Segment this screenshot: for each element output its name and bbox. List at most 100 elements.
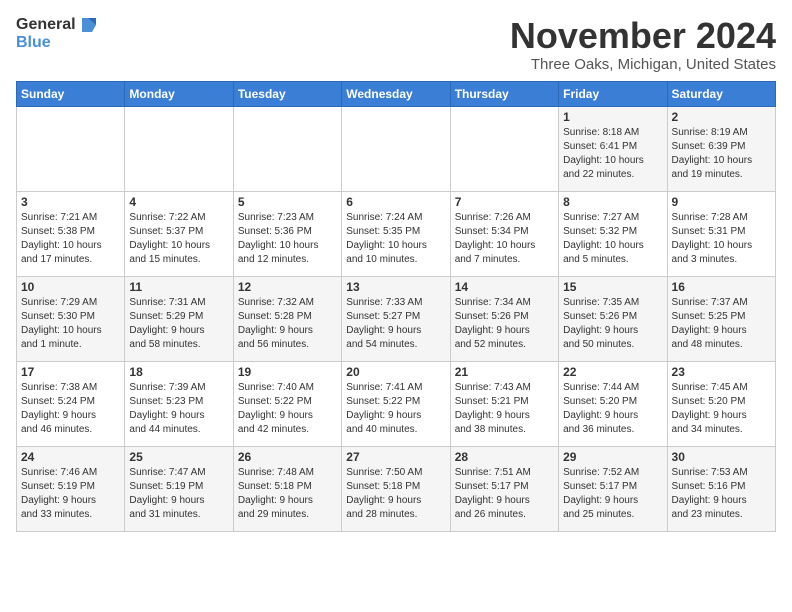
weekday-header-friday: Friday (559, 81, 667, 106)
day-detail: Sunrise: 7:26 AM Sunset: 5:34 PM Dayligh… (455, 211, 554, 267)
logo-general: General (16, 16, 76, 34)
calendar-day-cell: 28Sunrise: 7:51 AM Sunset: 5:17 PM Dayli… (450, 446, 558, 531)
calendar-day-cell (450, 106, 558, 191)
day-detail: Sunrise: 7:24 AM Sunset: 5:35 PM Dayligh… (346, 211, 445, 267)
day-number: 16 (672, 280, 771, 294)
logo: General Blue (16, 16, 96, 52)
weekday-header-row: SundayMondayTuesdayWednesdayThursdayFrid… (17, 81, 776, 106)
day-number: 15 (563, 280, 662, 294)
day-number: 26 (238, 450, 337, 464)
day-number: 1 (563, 110, 662, 124)
calendar-week-row: 17 Sunrise: 7:38 AM Sunset: 5:24 PM Dayli… (17, 361, 776, 446)
day-detail: Sunrise: 7:28 AM Sunset: 5:31 PM Dayligh… (672, 211, 771, 267)
calendar-day-cell: 19 Sunrise: 7:40 AM Sunset: 5:22 PM Dayli… (233, 361, 341, 446)
day-detail: Sunrise: 7:50 AM Sunset: 5:18 PM Dayligh… (346, 466, 445, 522)
calendar-day-cell: 13 Sunrise: 7:33 AM Sunset: 5:27 PM Dayli… (342, 276, 450, 361)
day-detail: Sunrise: 7:29 AM Sunset: 5:30 PM Dayligh… (21, 296, 120, 352)
day-number: 5 (238, 195, 337, 209)
calendar-day-cell: 2 Sunrise: 8:19 AM Sunset: 6:39 PM Daylig… (667, 106, 775, 191)
day-number: 9 (672, 195, 771, 209)
day-detail: Sunrise: 7:47 AM Sunset: 5:19 PM Dayligh… (129, 466, 228, 522)
calendar-week-row: 10 Sunrise: 7:29 AM Sunset: 5:30 PM Dayli… (17, 276, 776, 361)
calendar-day-cell: 20 Sunrise: 7:41 AM Sunset: 5:22 PM Dayli… (342, 361, 450, 446)
calendar-day-cell: 5Sunrise: 7:23 AM Sunset: 5:36 PM Daylig… (233, 191, 341, 276)
day-detail: Sunrise: 7:45 AM Sunset: 5:20 PM Dayligh… (672, 381, 771, 437)
calendar-day-cell: 4 Sunrise: 7:22 AM Sunset: 5:37 PM Daylig… (125, 191, 233, 276)
day-number: 17 (21, 365, 120, 379)
calendar-day-cell: 8 Sunrise: 7:27 AM Sunset: 5:32 PM Daylig… (559, 191, 667, 276)
day-number: 11 (129, 280, 228, 294)
page-header: General Blue November 2024 Three Oaks, M… (16, 16, 776, 73)
day-number: 8 (563, 195, 662, 209)
day-number: 30 (672, 450, 771, 464)
day-number: 12 (238, 280, 337, 294)
day-detail: Sunrise: 7:27 AM Sunset: 5:32 PM Dayligh… (563, 211, 662, 267)
calendar-day-cell: 15Sunrise: 7:35 AM Sunset: 5:26 PM Dayli… (559, 276, 667, 361)
weekday-header-thursday: Thursday (450, 81, 558, 106)
day-detail: Sunrise: 7:38 AM Sunset: 5:24 PM Dayligh… (21, 381, 120, 437)
day-detail: Sunrise: 7:31 AM Sunset: 5:29 PM Dayligh… (129, 296, 228, 352)
day-number: 20 (346, 365, 445, 379)
calendar-day-cell: 27 Sunrise: 7:50 AM Sunset: 5:18 PM Dayli… (342, 446, 450, 531)
calendar-day-cell: 12 Sunrise: 7:32 AM Sunset: 5:28 PM Dayli… (233, 276, 341, 361)
day-number: 27 (346, 450, 445, 464)
day-detail: Sunrise: 7:43 AM Sunset: 5:21 PM Dayligh… (455, 381, 554, 437)
day-number: 7 (455, 195, 554, 209)
calendar-day-cell: 10 Sunrise: 7:29 AM Sunset: 5:30 PM Dayli… (17, 276, 125, 361)
day-number: 10 (21, 280, 120, 294)
calendar-day-cell: 11 Sunrise: 7:31 AM Sunset: 5:29 PM Dayli… (125, 276, 233, 361)
weekday-header-sunday: Sunday (17, 81, 125, 106)
month-title: November 2024 (510, 16, 776, 56)
day-number: 19 (238, 365, 337, 379)
calendar-day-cell: 17 Sunrise: 7:38 AM Sunset: 5:24 PM Dayli… (17, 361, 125, 446)
day-detail: Sunrise: 8:19 AM Sunset: 6:39 PM Dayligh… (672, 126, 771, 182)
day-detail: Sunrise: 8:18 AM Sunset: 6:41 PM Dayligh… (563, 126, 662, 182)
calendar-day-cell: 29 Sunrise: 7:52 AM Sunset: 5:17 PM Dayli… (559, 446, 667, 531)
calendar-week-row: 1 Sunrise: 8:18 AM Sunset: 6:41 PM Daylig… (17, 106, 776, 191)
calendar-day-cell: 18 Sunrise: 7:39 AM Sunset: 5:23 PM Dayli… (125, 361, 233, 446)
calendar-day-cell (233, 106, 341, 191)
day-number: 2 (672, 110, 771, 124)
title-block: November 2024 Three Oaks, Michigan, Unit… (510, 16, 776, 73)
day-number: 18 (129, 365, 228, 379)
day-detail: Sunrise: 7:41 AM Sunset: 5:22 PM Dayligh… (346, 381, 445, 437)
day-detail: Sunrise: 7:40 AM Sunset: 5:22 PM Dayligh… (238, 381, 337, 437)
day-detail: Sunrise: 7:48 AM Sunset: 5:18 PM Dayligh… (238, 466, 337, 522)
calendar-day-cell: 3 Sunrise: 7:21 AM Sunset: 5:38 PM Daylig… (17, 191, 125, 276)
calendar-table: SundayMondayTuesdayWednesdayThursdayFrid… (16, 81, 776, 532)
calendar-day-cell: 14Sunrise: 7:34 AM Sunset: 5:26 PM Dayli… (450, 276, 558, 361)
calendar-day-cell (342, 106, 450, 191)
day-detail: Sunrise: 7:52 AM Sunset: 5:17 PM Dayligh… (563, 466, 662, 522)
calendar-week-row: 3 Sunrise: 7:21 AM Sunset: 5:38 PM Daylig… (17, 191, 776, 276)
day-number: 3 (21, 195, 120, 209)
day-detail: Sunrise: 7:32 AM Sunset: 5:28 PM Dayligh… (238, 296, 337, 352)
day-detail: Sunrise: 7:39 AM Sunset: 5:23 PM Dayligh… (129, 381, 228, 437)
location: Three Oaks, Michigan, United States (510, 56, 776, 73)
day-number: 23 (672, 365, 771, 379)
calendar-day-cell: 6 Sunrise: 7:24 AM Sunset: 5:35 PM Daylig… (342, 191, 450, 276)
day-number: 13 (346, 280, 445, 294)
day-detail: Sunrise: 7:22 AM Sunset: 5:37 PM Dayligh… (129, 211, 228, 267)
calendar-day-cell: 21Sunrise: 7:43 AM Sunset: 5:21 PM Dayli… (450, 361, 558, 446)
weekday-header-monday: Monday (125, 81, 233, 106)
calendar-day-cell: 30 Sunrise: 7:53 AM Sunset: 5:16 PM Dayli… (667, 446, 775, 531)
calendar-week-row: 24 Sunrise: 7:46 AM Sunset: 5:19 PM Dayli… (17, 446, 776, 531)
weekday-header-saturday: Saturday (667, 81, 775, 106)
day-number: 29 (563, 450, 662, 464)
calendar-day-cell: 23 Sunrise: 7:45 AM Sunset: 5:20 PM Dayli… (667, 361, 775, 446)
day-number: 22 (563, 365, 662, 379)
calendar-day-cell: 7 Sunrise: 7:26 AM Sunset: 5:34 PM Daylig… (450, 191, 558, 276)
calendar-day-cell: 26 Sunrise: 7:48 AM Sunset: 5:18 PM Dayli… (233, 446, 341, 531)
day-detail: Sunrise: 7:37 AM Sunset: 5:25 PM Dayligh… (672, 296, 771, 352)
day-number: 25 (129, 450, 228, 464)
day-detail: Sunrise: 7:21 AM Sunset: 5:38 PM Dayligh… (21, 211, 120, 267)
day-detail: Sunrise: 7:51 AM Sunset: 5:17 PM Dayligh… (455, 466, 554, 522)
day-number: 6 (346, 195, 445, 209)
day-number: 24 (21, 450, 120, 464)
weekday-header-tuesday: Tuesday (233, 81, 341, 106)
calendar-day-cell: 9 Sunrise: 7:28 AM Sunset: 5:31 PM Daylig… (667, 191, 775, 276)
day-detail: Sunrise: 7:33 AM Sunset: 5:27 PM Dayligh… (346, 296, 445, 352)
day-number: 4 (129, 195, 228, 209)
day-detail: Sunrise: 7:53 AM Sunset: 5:16 PM Dayligh… (672, 466, 771, 522)
day-detail: Sunrise: 7:46 AM Sunset: 5:19 PM Dayligh… (21, 466, 120, 522)
